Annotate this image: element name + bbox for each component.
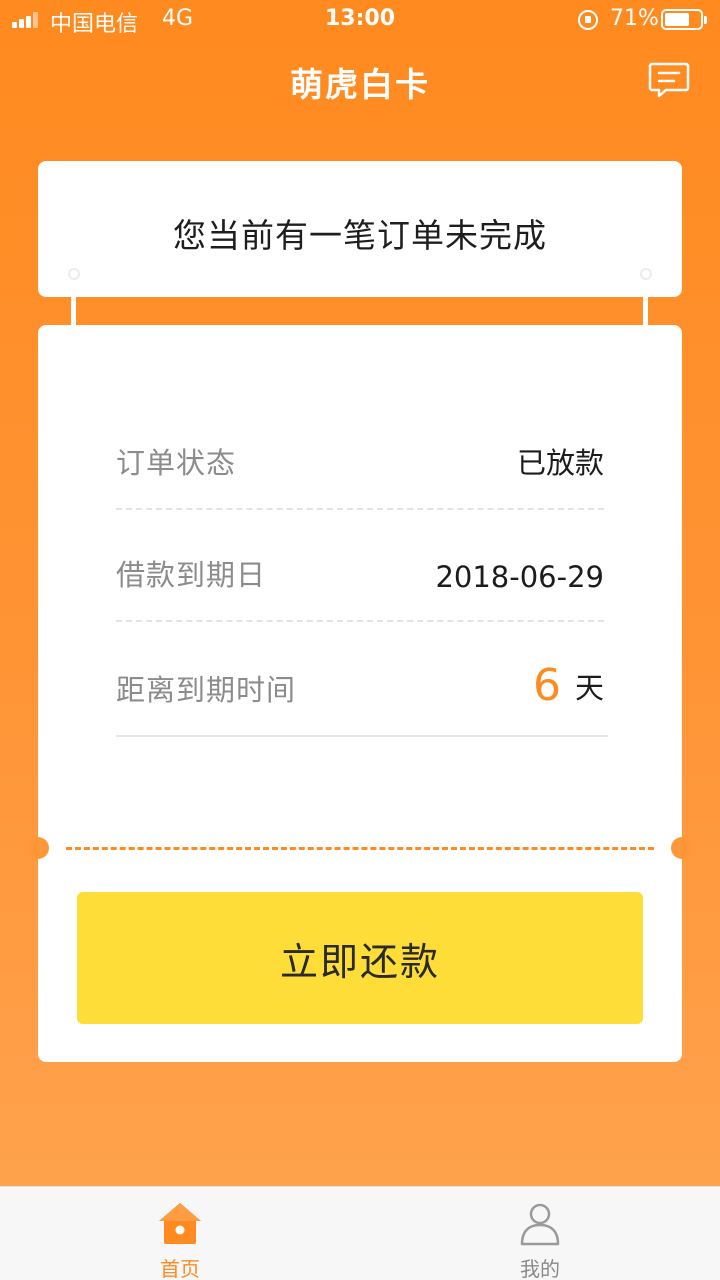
battery-icon [661, 9, 707, 30]
home-icon [159, 1203, 201, 1244]
app-screen: 中国电信 4G 13:00 71% 萌虎白卡 您当前有一笔订单未完成 订单状态 … [0, 0, 720, 1186]
days-remaining-value: 6天 [533, 660, 604, 711]
ticket-notch-right [671, 837, 693, 859]
battery-fill [665, 13, 689, 26]
days-remaining-number: 6 [532, 660, 561, 711]
tab-bar: 首页 我的 [0, 1186, 720, 1280]
due-date-row: 借款到期日 2018-06-29 [116, 512, 604, 622]
battery-percent: 71% [610, 6, 659, 31]
days-unit: 天 [574, 671, 604, 705]
days-remaining-row: 距离到期时间 6天 [116, 627, 608, 737]
notice-card: 您当前有一笔订单未完成 [38, 161, 682, 297]
tab-mine-label: 我的 [520, 1257, 560, 1280]
repay-now-button[interactable]: 立即还款 [77, 892, 643, 1024]
ticket-notch-left [27, 837, 49, 859]
days-remaining-label: 距离到期时间 [116, 673, 297, 707]
message-icon [648, 62, 690, 98]
order-status-value: 已放款 [516, 446, 604, 480]
status-bar: 中国电信 4G 13:00 71% [0, 0, 720, 40]
rotation-lock-icon [578, 10, 598, 30]
order-status-row: 订单状态 已放款 [116, 400, 604, 510]
page-title: 萌虎白卡 [290, 65, 430, 104]
user-icon [520, 1203, 560, 1246]
order-status-label: 订单状态 [116, 446, 237, 480]
tab-home-label: 首页 [160, 1257, 200, 1280]
order-card: 订单状态 已放款 借款到期日 2018-06-29 距离到期时间 6天 立即还款 [27, 325, 693, 1062]
message-button[interactable] [648, 61, 690, 99]
hook-ring [640, 268, 652, 280]
tear-line [66, 847, 654, 850]
tab-home[interactable]: 首页 [0, 1187, 360, 1280]
due-date-label: 借款到期日 [116, 558, 267, 592]
hook-ring [68, 268, 80, 280]
due-date-value: 2018-06-29 [435, 560, 604, 594]
notice-text: 您当前有一笔订单未完成 [173, 216, 547, 255]
tab-mine[interactable]: 我的 [360, 1187, 720, 1280]
